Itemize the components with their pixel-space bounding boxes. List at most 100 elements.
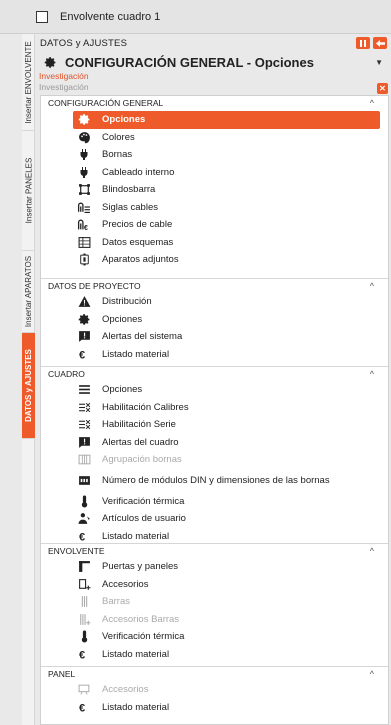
- section-header[interactable]: CUADRO ^: [41, 366, 388, 381]
- plug-icon: [77, 148, 91, 162]
- menu-item[interactable]: Aparatos adjuntos: [41, 251, 380, 269]
- panel-accessory-icon: [77, 683, 91, 697]
- menu-item[interactable]: Datos esquemas: [41, 234, 380, 252]
- cable-price-icon: €: [77, 218, 91, 232]
- menu-item-label: Bornas: [102, 149, 133, 161]
- menu-item[interactable]: Accesorios: [41, 576, 380, 594]
- device-icon: [77, 253, 91, 267]
- menu-item-label: Artículos de usuario: [102, 513, 186, 525]
- subtitle-active[interactable]: Investigación: [36, 71, 89, 81]
- vertical-tab-label: Insertar APARATOS: [24, 255, 34, 328]
- chevron-up-icon[interactable]: ^: [370, 96, 374, 111]
- menu-item-label: Cableado interno: [102, 166, 175, 178]
- accessory-add-icon: [77, 577, 91, 591]
- menu-item-label: Listado material: [102, 701, 170, 713]
- menu-item[interactable]: Artículos de usuario: [41, 510, 380, 528]
- menu-item[interactable]: Habilitación Calibres: [41, 399, 380, 417]
- menu-item[interactable]: Alertas del sistema: [41, 328, 380, 346]
- pause-icon[interactable]: [356, 37, 370, 49]
- menu-item[interactable]: € Listado material: [41, 646, 380, 664]
- menu-item[interactable]: Número de módulos DIN y dimensiones de l…: [41, 469, 380, 493]
- menu-item[interactable]: Colores: [41, 129, 380, 147]
- panel-title: CONFIGURACIÓN GENERAL - Opciones: [65, 54, 314, 70]
- vertical-tab-strip: Insertar ENVOLVENTE Insertar PANELES Inser…: [22, 34, 35, 725]
- section-header[interactable]: ENVOLVENTE ^: [41, 543, 388, 558]
- menu-item-label: Agrupación bornas: [102, 454, 182, 466]
- enable-list-icon: [77, 418, 91, 432]
- vertical-tab-datos-y-ajustes[interactable]: DATOS y AJUSTES: [22, 333, 35, 439]
- vertical-tab-insertar-aparatos[interactable]: Insertar APARATOS: [22, 251, 35, 333]
- close-icon[interactable]: ✕: [377, 83, 388, 94]
- section-datos-de-proyecto: DATOS DE PROYECTO ^ Distribución Opciones Al…: [41, 278, 388, 363]
- terminal-group-icon: [77, 453, 91, 467]
- gear-icon: [77, 113, 91, 127]
- svg-text:€: €: [79, 702, 85, 714]
- menu-item[interactable]: Blindosbarra: [41, 181, 380, 199]
- menu-item[interactable]: Cableado interno: [41, 164, 380, 182]
- chevron-down-icon[interactable]: ▼: [375, 58, 383, 67]
- window-checkbox[interactable]: [36, 10, 48, 23]
- menu-item[interactable]: Alertas del cuadro: [41, 434, 380, 452]
- window-title: Envolvente cuadro 1: [60, 10, 161, 23]
- chevron-up-icon[interactable]: ^: [370, 544, 374, 559]
- section-configuración-general: CONFIGURACIÓN GENERAL ^ Opciones Colores Bor…: [41, 96, 388, 269]
- palette-icon: [77, 130, 91, 144]
- menu-item-label: Listado material: [102, 648, 170, 660]
- grid-icon: [77, 235, 91, 249]
- menu-item[interactable]: Habilitación Serie: [41, 416, 380, 434]
- menu-item-label: Verificación térmica: [102, 631, 185, 643]
- menu-item[interactable]: € Listado material: [41, 346, 380, 364]
- svg-text:€: €: [84, 225, 88, 231]
- menu-item-label: Accesorios: [102, 578, 149, 590]
- euro-icon: €: [77, 647, 91, 661]
- menu-item-label: Alertas del sistema: [102, 331, 183, 343]
- section-title: ENVOLVENTE: [48, 546, 105, 556]
- user-items-icon: [77, 512, 91, 526]
- menu-item[interactable]: Opciones: [41, 311, 380, 329]
- panel-header-title: DATOS y AJUSTES: [40, 37, 128, 49]
- chevron-up-icon[interactable]: ^: [370, 667, 374, 682]
- vertical-tab-insertar-envolvente[interactable]: Insertar ENVOLVENTE: [22, 34, 35, 131]
- alert-icon: [77, 330, 91, 344]
- menu-item[interactable]: € Precios de cable: [41, 216, 380, 234]
- section-panel: PANEL ^ Accesorios € Listado material: [41, 666, 388, 716]
- thermometer-icon: [77, 494, 91, 508]
- menu-item: Accesorios: [41, 681, 380, 699]
- menu-item[interactable]: Opciones: [41, 381, 380, 399]
- menu-item-label: Blindosbarra: [102, 184, 156, 196]
- menu-item[interactable]: Distribución: [41, 293, 380, 311]
- section-header[interactable]: PANEL ^: [41, 666, 388, 681]
- panel-header: DATOS y AJUSTES: [36, 34, 391, 52]
- menu-item-label: Datos esquemas: [102, 236, 174, 248]
- menu-item-label: Habilitación Serie: [102, 419, 176, 431]
- menu-item[interactable]: Opciones: [73, 111, 380, 129]
- collapse-panel-icon[interactable]: [373, 37, 387, 49]
- menu-item[interactable]: Siglas cables: [41, 199, 380, 217]
- list-icon: [77, 383, 91, 397]
- chevron-up-icon[interactable]: ^: [370, 367, 374, 382]
- menu-item-label: Alertas del cuadro: [102, 436, 179, 448]
- warning-triangle-icon: [77, 295, 91, 309]
- menu-item[interactable]: Bornas: [41, 146, 380, 164]
- section-header[interactable]: DATOS DE PROYECTO ^: [41, 278, 388, 293]
- vertical-tab-insertar-paneles[interactable]: Insertar PANELES: [22, 131, 35, 251]
- vertical-tab-label: Insertar ENVOLVENTE: [24, 40, 34, 124]
- menu-item-label: Aparatos adjuntos: [102, 254, 179, 266]
- menu-item[interactable]: Puertas y paneles: [41, 558, 380, 576]
- menu-item-label: Barras: [102, 596, 130, 608]
- euro-icon: €: [77, 529, 91, 543]
- app-window: Envolvente cuadro 1 Insertar ENVOLVENTE I…: [0, 0, 391, 725]
- chevron-up-icon[interactable]: ^: [370, 279, 374, 294]
- vertical-tab-label: Insertar PANELES: [24, 157, 33, 224]
- menu-item[interactable]: Verificación térmica: [41, 493, 380, 511]
- menu-item-label: Opciones: [102, 114, 146, 126]
- din-module-icon: [77, 474, 91, 488]
- plug-icon: [77, 165, 91, 179]
- menu-item[interactable]: € Listado material: [41, 699, 380, 717]
- svg-text:€: €: [79, 531, 85, 543]
- cable-labels-icon: [77, 200, 91, 214]
- menu-item[interactable]: Verificación térmica: [41, 628, 380, 646]
- menu-item: Barras: [41, 593, 380, 611]
- section-envolvente: ENVOLVENTE ^ Puertas y paneles Accesorios Ba…: [41, 543, 388, 663]
- section-header[interactable]: CONFIGURACIÓN GENERAL ^: [41, 96, 388, 111]
